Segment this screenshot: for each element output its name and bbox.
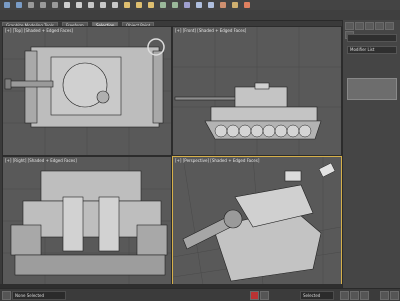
viewport-front-label[interactable]: [+] [Front] [Shaded + Edged Faces] — [175, 28, 246, 33]
render-icon[interactable] — [244, 2, 250, 8]
toolbar-icons-row — [0, 0, 400, 10]
ribbon-tabs-row: Graphite Modeling Tools Freeform Selecti… — [0, 10, 400, 30]
motion-tab[interactable] — [375, 22, 384, 30]
orbit-button[interactable] — [390, 291, 399, 300]
viewport-perspective[interactable]: [+] [Perspective] [Shaded + Edged Faces] — [172, 156, 342, 286]
play-button[interactable] — [340, 291, 349, 300]
create-tab[interactable] — [345, 22, 354, 30]
select-icon[interactable] — [64, 2, 70, 8]
modify-tab[interactable] — [355, 22, 364, 30]
hierarchy-tab[interactable] — [365, 22, 374, 30]
next-frame-button[interactable] — [350, 291, 359, 300]
schematic-icon[interactable] — [208, 2, 214, 8]
modifier-list-dropdown[interactable]: Modifier List — [347, 46, 397, 54]
last-frame-button[interactable] — [360, 291, 369, 300]
rotate-icon[interactable] — [100, 2, 106, 8]
status-bar: None Selected Selected — [0, 288, 400, 301]
percent-snap-icon[interactable] — [148, 2, 154, 8]
scale-icon[interactable] — [112, 2, 118, 8]
key-filter-field[interactable]: Selected — [300, 291, 334, 300]
unlink-icon[interactable] — [40, 2, 46, 8]
tank-top-view — [3, 27, 171, 155]
command-panel-tabs — [345, 22, 399, 39]
viewport-top-label[interactable]: [+] [Top] [Shaded + Edged Faces] — [5, 28, 73, 33]
move-icon[interactable] — [88, 2, 94, 8]
display-tab[interactable] — [385, 22, 394, 30]
viewport-right-label[interactable]: [+] [Right] [Shaded + Edged Faces] — [5, 158, 77, 163]
curve-editor-icon[interactable] — [196, 2, 202, 8]
tank-side-view — [173, 27, 341, 155]
snap-icon[interactable] — [124, 2, 130, 8]
viewport-front[interactable]: [+] [Front] [Shaded + Edged Faces] — [172, 26, 342, 156]
redo-icon[interactable] — [16, 2, 22, 8]
viewport-top[interactable]: [+] [Top] [Shaded + Edged Faces] — [2, 26, 172, 156]
selection-status: None Selected — [12, 291, 66, 300]
region-icon[interactable] — [76, 2, 82, 8]
modifier-stack-panel[interactable] — [347, 78, 397, 100]
maxscript-listener-button[interactable] — [2, 291, 11, 300]
align-icon[interactable] — [172, 2, 178, 8]
tank-rear-view — [3, 157, 171, 285]
bind-icon[interactable] — [52, 2, 58, 8]
angle-snap-icon[interactable] — [136, 2, 142, 8]
main-toolbar: Graphite Modeling Tools Freeform Selecti… — [0, 0, 400, 30]
object-name-field[interactable] — [347, 34, 397, 42]
viewport-right[interactable]: [+] [Right] [Shaded + Edged Faces] — [2, 156, 172, 286]
undo-icon[interactable] — [4, 2, 10, 8]
material-editor-icon[interactable] — [220, 2, 226, 8]
viewport-perspective-label[interactable]: [+] [Perspective] [Shaded + Edged Faces] — [175, 158, 259, 163]
tank-perspective-view — [173, 157, 341, 285]
mirror-icon[interactable] — [160, 2, 166, 8]
layer-icon[interactable] — [184, 2, 190, 8]
zoom-extents-button[interactable] — [380, 291, 389, 300]
render-setup-icon[interactable] — [232, 2, 238, 8]
command-panel: Modifier List — [342, 20, 400, 288]
link-icon[interactable] — [28, 2, 34, 8]
set-key-button[interactable] — [260, 291, 269, 300]
auto-key-button[interactable] — [250, 291, 259, 300]
